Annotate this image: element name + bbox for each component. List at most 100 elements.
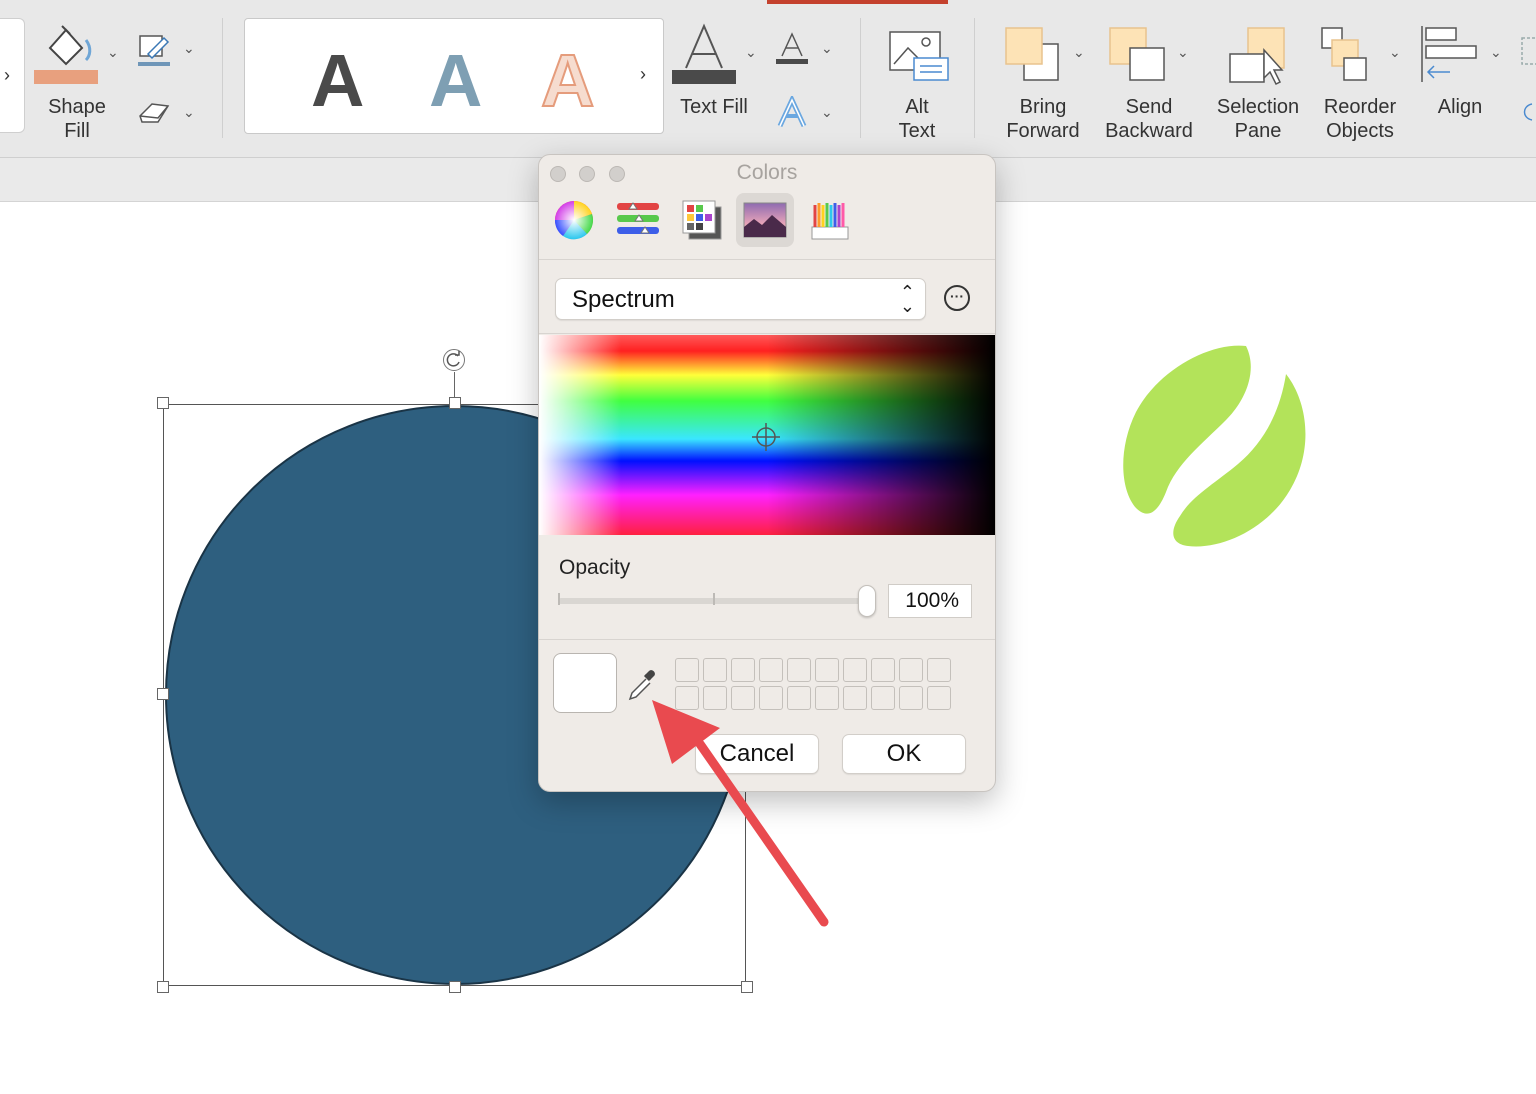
color-well[interactable] — [703, 658, 727, 682]
selection-pane-label: Selection Pane — [1216, 96, 1300, 142]
color-well[interactable] — [787, 658, 811, 682]
palettes-icon — [682, 200, 722, 240]
alt-text-icon — [889, 31, 949, 81]
image-palette-icon — [743, 202, 787, 238]
tab-pencils[interactable] — [801, 193, 859, 247]
chevron-down-icon[interactable]: ⌄ — [183, 40, 195, 57]
pencils-icon — [811, 203, 849, 240]
tab-color-wheel[interactable] — [545, 193, 603, 247]
color-well[interactable] — [899, 658, 923, 682]
chevron-right-icon: › — [4, 65, 10, 85]
colors-dialog: Colors Spectrum ⌃ ⌄ ··· Opacity 100% Can… — [538, 154, 996, 792]
opacity-value-field[interactable]: 100% — [888, 584, 972, 618]
color-well[interactable] — [759, 686, 783, 710]
color-well[interactable] — [815, 658, 839, 682]
color-well[interactable] — [871, 686, 895, 710]
color-wheel-icon — [554, 201, 594, 240]
color-well[interactable] — [843, 658, 867, 682]
paint-bucket-icon — [34, 25, 98, 84]
tab-image-palettes[interactable] — [736, 193, 794, 247]
shape-outline-button[interactable] — [136, 32, 172, 68]
chevron-down-icon[interactable]: ⌄ — [183, 104, 195, 121]
palette-select-value: Spectrum — [572, 286, 675, 313]
resize-handle-s[interactable] — [449, 981, 461, 993]
divider — [539, 333, 995, 334]
align-button[interactable] — [1420, 24, 1482, 84]
color-well[interactable] — [731, 658, 755, 682]
rotate-handle[interactable] — [443, 349, 465, 371]
custom-color-wells — [675, 658, 951, 710]
color-well[interactable] — [927, 686, 951, 710]
color-well[interactable] — [927, 658, 951, 682]
resize-handle-w[interactable] — [157, 688, 169, 700]
chevron-down-icon[interactable]: ⌄ — [821, 104, 833, 121]
color-well[interactable] — [815, 686, 839, 710]
chevron-down-icon[interactable]: ⌄ — [745, 44, 757, 61]
alt-text-button[interactable] — [888, 28, 950, 84]
text-effects-icon — [777, 94, 807, 128]
chevron-down-icon[interactable]: ⌄ — [1177, 44, 1189, 61]
color-well[interactable] — [871, 658, 895, 682]
eyedropper-button[interactable] — [625, 667, 659, 703]
wordart-style-dark[interactable]: A — [311, 41, 364, 121]
text-outline-button[interactable] — [774, 30, 810, 66]
color-well[interactable] — [787, 686, 811, 710]
resize-handle-n[interactable] — [449, 397, 461, 409]
chevron-down-icon[interactable]: ⌄ — [1389, 44, 1401, 61]
opacity-slider-thumb[interactable] — [858, 585, 876, 617]
sliders-icon — [617, 202, 659, 234]
text-fill-button[interactable] — [672, 22, 738, 88]
reorder-objects-button[interactable] — [1320, 26, 1380, 84]
color-well[interactable] — [675, 658, 699, 682]
shape-effects-button[interactable] — [136, 98, 172, 128]
color-well[interactable] — [759, 658, 783, 682]
align-label: Align — [1437, 96, 1483, 118]
gallery-next-icon[interactable]: › — [640, 64, 646, 85]
divider — [222, 18, 223, 138]
resize-handle-sw[interactable] — [157, 981, 169, 993]
chevron-down-icon[interactable]: ⌄ — [1490, 44, 1502, 61]
divider — [974, 18, 975, 138]
color-well[interactable] — [899, 686, 923, 710]
palette-select[interactable]: Spectrum ⌃ ⌄ — [555, 278, 926, 320]
up-down-chevron-icon: ⌃ ⌄ — [899, 282, 915, 316]
text-outline-icon — [776, 32, 808, 64]
resize-handle-se[interactable] — [741, 981, 753, 993]
send-backward-label: Send Backward — [1105, 96, 1193, 142]
bring-forward-label: Bring Forward — [1006, 96, 1080, 142]
wordart-style-peach[interactable]: A — [540, 40, 595, 122]
text-effects-button[interactable] — [776, 94, 808, 130]
slider-tick — [558, 593, 560, 605]
chevron-down-icon[interactable]: ⌄ — [1073, 44, 1085, 61]
tab-color-sliders[interactable] — [609, 193, 667, 247]
color-well[interactable] — [675, 686, 699, 710]
resize-handle-nw[interactable] — [157, 397, 169, 409]
reorder-objects-icon — [1321, 27, 1367, 81]
spectrum-image[interactable] — [539, 335, 995, 535]
shape-fill-label: Shape Fill — [48, 96, 106, 142]
current-color-swatch[interactable] — [553, 653, 617, 713]
tab-color-palettes[interactable] — [673, 193, 731, 247]
selection-pane-button[interactable] — [1228, 26, 1288, 86]
bring-forward-button[interactable] — [1004, 26, 1060, 84]
chevron-down-icon[interactable]: ⌄ — [107, 44, 119, 61]
coffee-bean-icon — [1123, 345, 1306, 547]
cancel-button[interactable]: Cancel — [695, 734, 819, 774]
group-icon[interactable] — [1518, 34, 1536, 130]
more-options-icon[interactable]: ··· — [944, 285, 970, 311]
divider — [860, 18, 861, 138]
chevron-down-icon[interactable]: ⌄ — [821, 40, 833, 57]
opacity-label: Opacity — [559, 556, 631, 579]
coffee-bean-shape[interactable] — [1118, 340, 1314, 552]
color-well[interactable] — [731, 686, 755, 710]
wordart-style-blue[interactable]: A — [429, 41, 482, 121]
pencil-line-icon — [138, 35, 170, 66]
slider-tick — [713, 593, 715, 605]
send-backward-button[interactable] — [1108, 26, 1166, 84]
shape-fill-button[interactable] — [32, 20, 102, 86]
color-well[interactable] — [843, 686, 867, 710]
gallery-prev-button[interactable]: › — [0, 18, 25, 133]
ok-button[interactable]: OK — [842, 734, 966, 774]
eyedropper-icon — [628, 670, 655, 701]
color-well[interactable] — [703, 686, 727, 710]
